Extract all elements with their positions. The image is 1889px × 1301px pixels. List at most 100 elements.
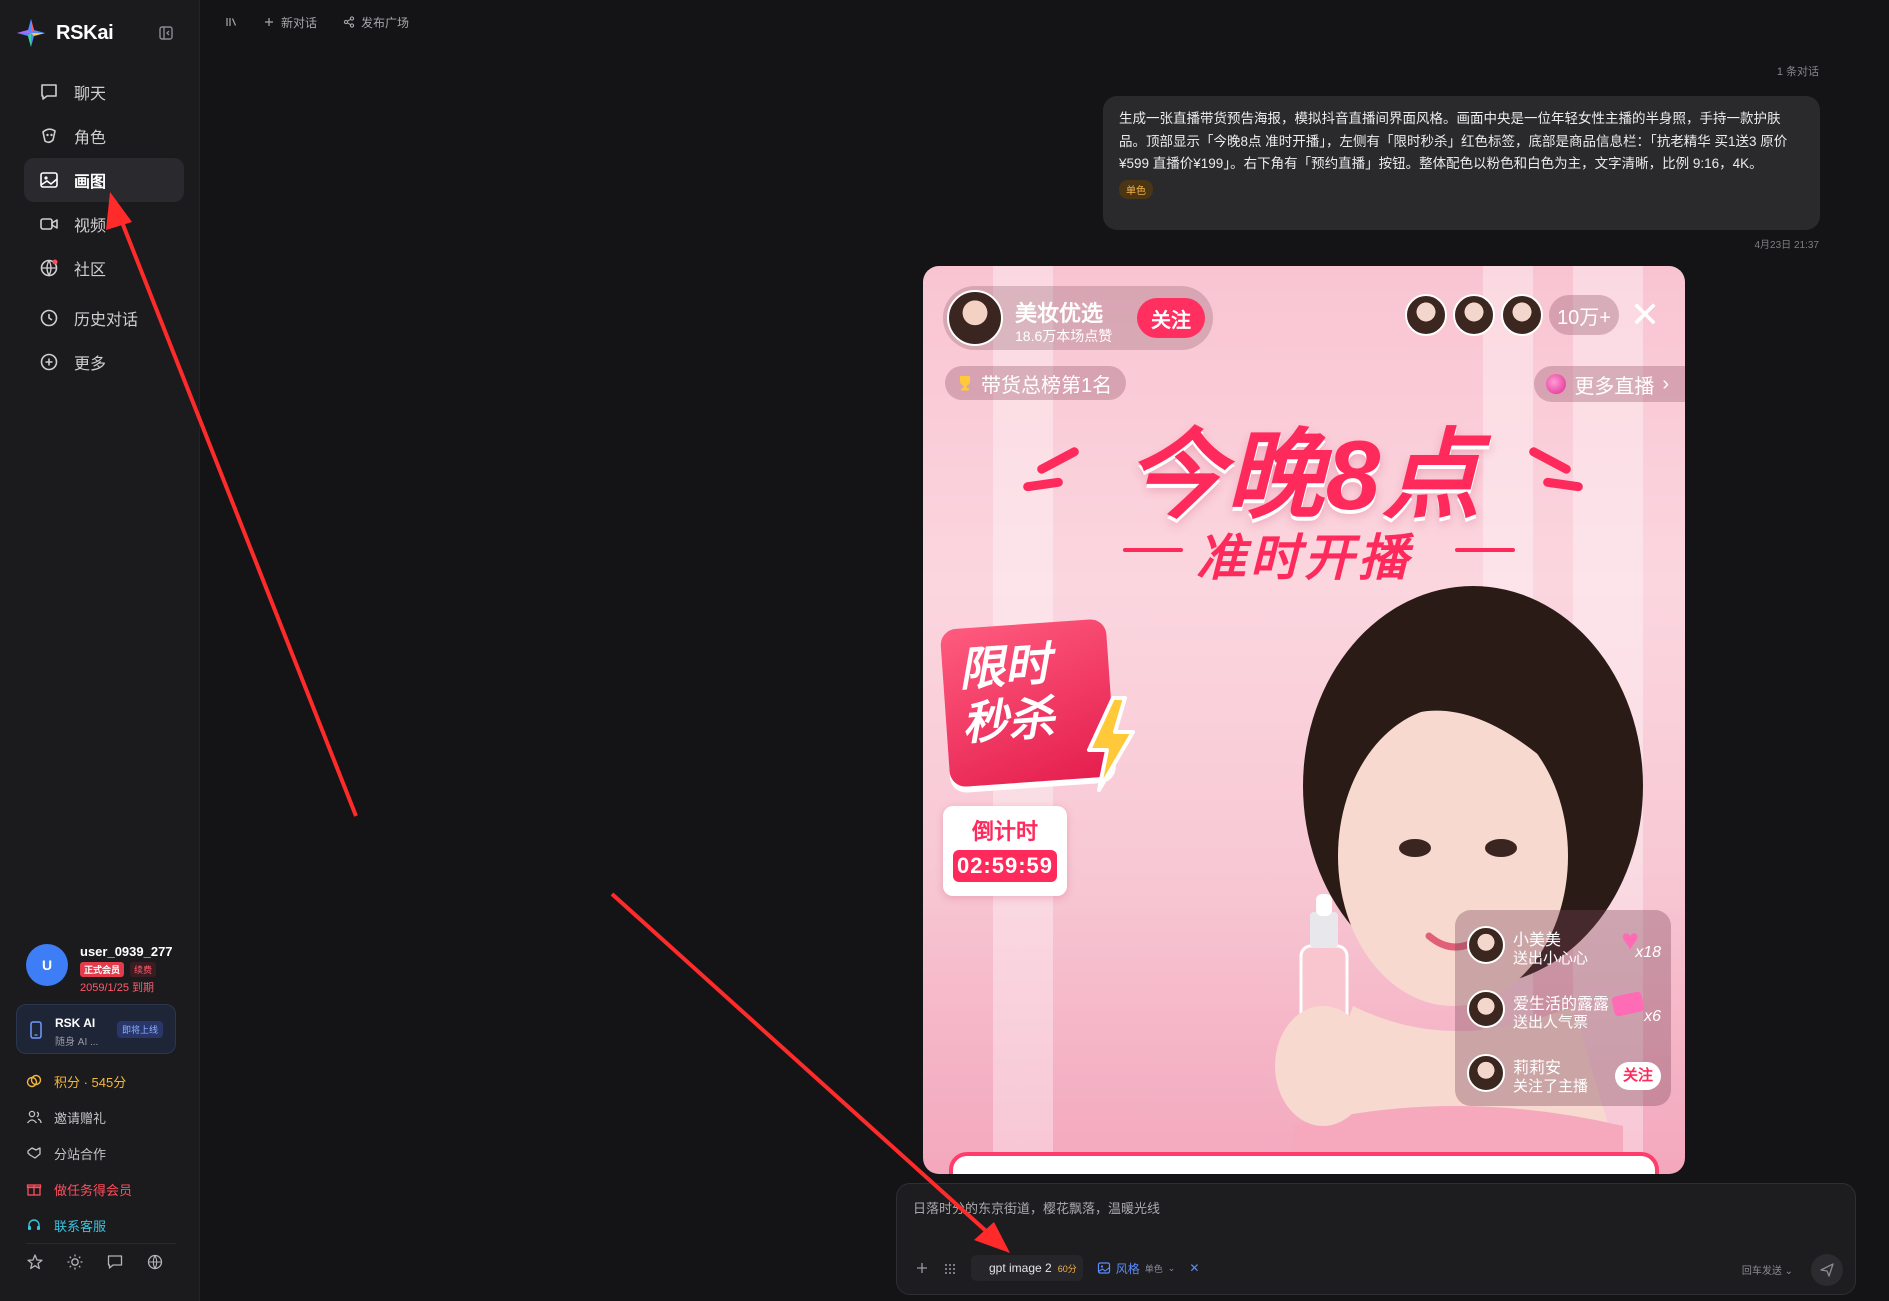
conversation-count: 1 条对话 [1776,66,1819,78]
chevron-right-icon: › [1662,372,1669,395]
avatar[interactable]: U [26,944,68,986]
star-icon[interactable] [26,1253,44,1271]
viewer-avatar [1405,294,1448,336]
nav-item-history[interactable]: 历史对话 [24,296,184,340]
chat-icon [41,84,57,100]
flash-sale-text: 限时 秒杀 [957,636,1056,750]
nav-item-label: 聊天 [74,86,107,103]
flash-line-1: 限时 [956,637,1053,696]
nav-item-label: 视频 [74,218,107,235]
nav-item-role[interactable]: 角色 [24,114,184,158]
nav-item-video[interactable]: 视频 [24,202,184,246]
link-label: 联系客服 [54,1218,107,1234]
nav-item-community[interactable]: 社区 [24,246,184,290]
sidebar-collapse-icon[interactable] [157,24,175,42]
lightning-icon [1087,696,1135,792]
send-mode-selector[interactable]: 回车发送 ⌄ [1742,1262,1793,1277]
gift-follow-button: 关注 [1615,1062,1661,1090]
link-tasks[interactable]: 做任务得会员 [26,1171,186,1207]
gift-count: x6 [1644,1008,1661,1025]
model-cost: 60分 [1057,1263,1077,1274]
brand-name: RSKai [56,21,114,44]
message-icon[interactable] [106,1253,124,1271]
image-icon [1097,1262,1110,1274]
apps-grid-icon[interactable] [943,1261,957,1275]
gift-row: 莉莉安 关注了主播 关注 [1463,1044,1663,1102]
flash-line-2: 秒杀 [960,691,1056,750]
chevron-down-icon: ⌄ [1167,1262,1176,1273]
link-label: 邀请赠礼 [54,1110,107,1126]
link-invite[interactable]: 邀请赠礼 [26,1099,186,1135]
new-chat-button[interactable]: 新对话 [263,12,317,32]
gift-message: 送出小心心 [1513,950,1589,967]
vip-badge: 正式会员 [80,962,125,977]
community-icon [40,259,58,277]
nav-item-label: 历史对话 [74,312,139,329]
style-value: 单色 [1144,1263,1163,1274]
app-card-subtitle: 随身 AI ... [55,1037,99,1048]
nav-item-label: 更多 [74,356,107,373]
link-points[interactable]: 积分 · 545分 [26,1063,186,1099]
gift-avatar [1467,990,1505,1028]
add-attachment-icon[interactable] [915,1261,929,1275]
nav-item-draw[interactable]: 画图 [24,158,184,202]
link-label: 做任务得会员 [54,1182,133,1198]
style-tag: 单色 [1119,179,1153,199]
gift-avatar [1467,1054,1505,1092]
viewer-list: 10万+ ✕ [1405,294,1665,336]
renew-button[interactable]: 续费 [130,962,157,977]
host-info: 美妆优选 18.6万本场点赞 关注 [943,286,1213,350]
host-avatar [947,290,1003,346]
user-message-bubble: 生成一张直播带货预告海报，模拟抖音直播间界面风格。画面中央是一位年轻女性主播的半… [1103,96,1820,230]
main-nav: 聊天 角色 画图 视频 社区 历史对话 更多 [24,70,184,384]
poster-headline: 今晚8点 [1125,420,1483,530]
link-partner[interactable]: 分站合作 [26,1135,186,1171]
send-button[interactable] [1811,1254,1843,1286]
subline-bar [1455,548,1515,552]
host-name: 美妆优选 [1015,301,1104,326]
library-button[interactable] [225,12,237,32]
publish-button[interactable]: 发布广场 [343,12,409,32]
prompt-composer[interactable]: 日落时分的东京街道，樱花飘落，温暖光线 gpt image 2 60分 风格 单… [896,1183,1856,1295]
sun-icon[interactable] [66,1253,84,1271]
nav-item-chat[interactable]: 聊天 [24,70,184,114]
model-name: gpt image 2 [989,1261,1052,1275]
link-support[interactable]: 联系客服 [26,1207,186,1243]
image-icon [40,172,58,188]
link-label: 分站合作 [54,1146,107,1162]
publish-label: 发布广场 [361,15,410,30]
composer-toolbar: gpt image 2 60分 风格 单色 ⌄ ✕ [915,1255,1199,1281]
username: user_0939_277 [80,944,173,959]
coming-soon-badge: 即将上线 [116,1021,163,1038]
clear-style-icon[interactable]: ✕ [1189,1261,1199,1275]
generated-image[interactable]: 美妆优选 18.6万本场点赞 关注 10万+ ✕ 带货总榜第1名 更多直播 › … [923,266,1685,1174]
app-card-title: RSK AI [55,1016,96,1030]
trophy-icon [960,376,970,391]
sidebar-footer [26,1253,164,1271]
gift-feed: 小美美 送出小心心 ♥ x18 爱生活的露露 送出人气票 x6 莉莉安 关注了主… [1455,910,1671,1106]
style-selector[interactable]: 风格 单色 ⌄ [1097,1260,1176,1277]
style-label: 风格 [1115,1261,1140,1276]
nav-item-label: 画图 [74,174,107,191]
globe-icon[interactable] [146,1253,164,1271]
new-chat-label: 新对话 [281,15,318,30]
gift-message: 关注了主播 [1513,1078,1589,1095]
prompt-input[interactable]: 日落时分的东京街道，樱花飘落，温暖光线 [913,1198,1160,1217]
brand[interactable]: RSKai [16,18,114,48]
headset-icon [28,1219,40,1230]
handshake-icon [27,1147,41,1159]
viewer-avatar [1501,294,1544,336]
link-label: 积分 · 545分 [54,1074,127,1090]
send-icon [1820,1263,1834,1277]
countdown-label: 倒计时 [971,819,1038,844]
gift-row: 小美美 送出小心心 ♥ x18 [1463,916,1663,974]
countdown-time: 02:59:59 [953,850,1057,882]
sidebar-links: 积分 · 545分 邀请赠礼 分站合作 做任务得会员 联系客服 [26,1063,186,1243]
model-selector[interactable]: gpt image 2 60分 [971,1255,1083,1281]
rank-badge: 带货总榜第1名 [945,366,1127,400]
mask-icon [42,128,56,144]
viewer-count: 10万+ [1549,295,1619,335]
nav-item-more[interactable]: 更多 [24,340,184,384]
rsk-ai-app-card[interactable]: RSK AI 随身 AI ... 即将上线 [16,1004,176,1054]
user-message-text: 生成一张直播带货预告海报，模拟抖音直播间界面风格。画面中央是一位年轻女性主播的半… [1119,111,1788,171]
